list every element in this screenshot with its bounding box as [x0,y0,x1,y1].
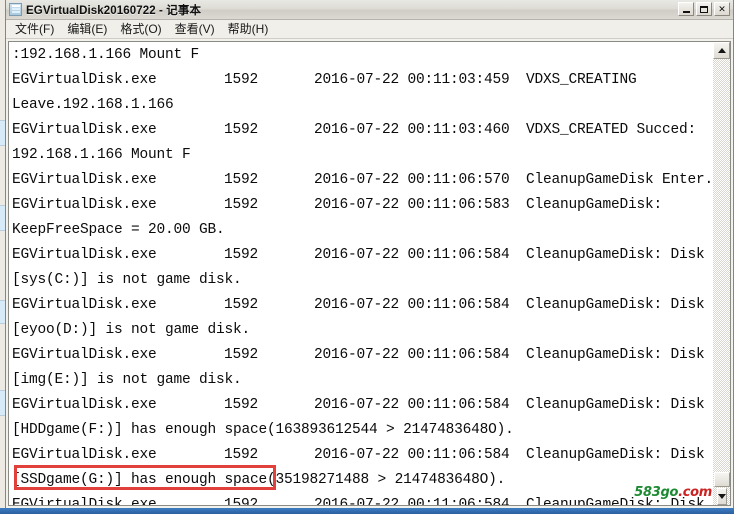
log-message: CleanupGameDisk: Disk [526,397,705,413]
log-line-list: :192.168.1.166 Mount F EGVirtualDisk.exe 1… [12,43,713,506]
log-text: 192.168.1.166 Mount F [12,147,191,163]
log-message: CleanupGameDisk: Disk [526,297,705,313]
taskbar-strip [0,508,734,514]
log-pid: 1592 [224,447,259,463]
log-text-line: [eyoo(D:)] is not game disk. [12,318,713,343]
title-bar[interactable]: EGVirtualDisk20160722 - 记事本 ✕ [6,0,733,20]
menu-item-format[interactable]: 格式(O) [116,19,170,39]
log-text-line: [HDDgame(F:)] has enough space(163893612… [12,418,713,443]
log-pid: 1592 [224,347,259,363]
log-record-line: EGVirtualDisk.exe 1592 2016-07-22 00:11:06… [12,493,713,506]
log-text: :192.168.1.166 Mount F [12,47,200,63]
maximize-button[interactable] [696,2,712,16]
log-message: CleanupGameDisk Enter. [526,172,713,188]
watermark-name: 583go [634,485,679,500]
log-pid: 1592 [224,247,259,263]
editor-area: :192.168.1.166 Mount F EGVirtualDisk.exe 1… [6,39,733,509]
log-process-name: EGVirtualDisk.exe [12,247,157,263]
log-text-line: [SSDgame(G:)] has enough space(351982714… [12,468,713,493]
log-record-line: EGVirtualDisk.exe 1592 2016-07-22 00:11:03… [12,68,713,93]
watermark-tld: .com [678,485,712,500]
window-title: EGVirtualDisk20160722 - 记事本 [26,4,202,17]
log-timestamp: 2016-07-22 00:11:06:584 [314,497,510,506]
minimize-button[interactable] [678,2,694,16]
log-pid: 1592 [224,397,259,413]
log-timestamp: 2016-07-22 00:11:06:583 [314,197,510,213]
log-pid: 1592 [224,72,259,88]
log-text-line: Leave.192.168.1.166 [12,93,713,118]
log-message: VDXS_CREATED Succed: [526,122,697,138]
log-text: [sys(C:)] is not game disk. [12,272,242,288]
log-timestamp: 2016-07-22 00:11:06:584 [314,397,510,413]
screen: EGVirtualDisk20160722 - 记事本 ✕ 文件(F) 编辑(E… [0,0,734,514]
log-process-name: EGVirtualDisk.exe [12,497,157,506]
log-pid: 1592 [224,297,259,313]
menu-item-help[interactable]: 帮助(H) [224,19,278,39]
log-message: VDXS_CREATING [526,72,637,88]
log-text-line: KeepFreeSpace = 20.00 GB. [12,218,713,243]
text-editor[interactable]: :192.168.1.166 Mount F EGVirtualDisk.exe 1… [8,41,713,506]
log-pid: 1592 [224,172,259,188]
log-record-line: EGVirtualDisk.exe 1592 2016-07-22 00:11:06… [12,443,713,468]
log-process-name: EGVirtualDisk.exe [12,447,157,463]
log-process-name: EGVirtualDisk.exe [12,297,157,313]
chevron-up-icon [717,48,726,53]
log-pid: 1592 [224,122,259,138]
menu-bar: 文件(F) 编辑(E) 格式(O) 查看(V) 帮助(H) [6,20,733,39]
log-process-name: EGVirtualDisk.exe [12,397,157,413]
scroll-down-button[interactable] [716,488,727,505]
scroll-thumb[interactable] [713,472,730,487]
log-message: CleanupGameDisk: Disk [526,247,705,263]
log-text-line: :192.168.1.166 Mount F [12,43,713,68]
log-record-line: EGVirtualDisk.exe 1592 2016-07-22 00:11:06… [12,243,713,268]
log-text-line: 192.168.1.166 Mount F [12,143,713,168]
log-timestamp: 2016-07-22 00:11:06:584 [314,447,510,463]
log-record-line: EGVirtualDisk.exe 1592 2016-07-22 00:11:06… [12,393,713,418]
log-process-name: EGVirtualDisk.exe [12,172,157,188]
log-message: CleanupGameDisk: Disk [526,347,705,363]
log-record-line: EGVirtualDisk.exe 1592 2016-07-22 00:11:06… [12,293,713,318]
log-message: CleanupGameDisk: [526,197,663,213]
log-text: [img(E:)] is not game disk. [12,372,242,388]
log-record-line: EGVirtualDisk.exe 1592 2016-07-22 00:11:03… [12,118,713,143]
log-text-line: [sys(C:)] is not game disk. [12,268,713,293]
scroll-up-button[interactable] [713,42,730,59]
vertical-scrollbar[interactable] [713,41,731,506]
log-text-line: [img(E:)] is not game disk. [12,368,713,393]
log-timestamp: 2016-07-22 00:11:03:460 [314,122,510,138]
close-icon: ✕ [718,3,726,14]
log-pid: 1592 [224,197,259,213]
close-button[interactable]: ✕ [714,2,730,16]
log-timestamp: 2016-07-22 00:11:06:584 [314,247,510,263]
notepad-document-icon [9,3,22,16]
scroll-thumb-group[interactable] [713,472,730,505]
chevron-down-icon [717,494,726,499]
window-controls: ✕ [678,2,730,16]
log-process-name: EGVirtualDisk.exe [12,197,157,213]
log-text: KeepFreeSpace = 20.00 GB. [12,222,225,238]
menu-item-view[interactable]: 查看(V) [171,19,224,39]
menu-item-edit[interactable]: 编辑(E) [63,19,116,39]
log-process-name: EGVirtualDisk.exe [12,122,157,138]
log-timestamp: 2016-07-22 00:11:03:459 [314,72,510,88]
watermark: 583go.com [634,485,712,500]
log-text: [SSDgame(G:)] has enough space(351982714… [12,472,506,488]
log-text: [eyoo(D:)] is not game disk. [12,322,251,338]
log-text: Leave.192.168.1.166 [12,97,174,113]
log-timestamp: 2016-07-22 00:11:06:584 [314,297,510,313]
log-record-line: EGVirtualDisk.exe 1592 2016-07-22 00:11:06… [12,343,713,368]
log-process-name: EGVirtualDisk.exe [12,72,157,88]
log-record-line: EGVirtualDisk.exe 1592 2016-07-22 00:11:06… [12,193,713,218]
log-text: [HDDgame(F:)] has enough space(163893612… [12,422,514,438]
log-pid: 1592 [224,497,259,506]
menu-item-file[interactable]: 文件(F) [11,19,63,39]
notepad-window: EGVirtualDisk20160722 - 记事本 ✕ 文件(F) 编辑(E… [5,0,734,510]
log-process-name: EGVirtualDisk.exe [12,347,157,363]
log-record-line: EGVirtualDisk.exe 1592 2016-07-22 00:11:06… [12,168,713,193]
log-message: CleanupGameDisk: Disk [526,447,705,463]
log-timestamp: 2016-07-22 00:11:06:584 [314,347,510,363]
log-timestamp: 2016-07-22 00:11:06:570 [314,172,510,188]
